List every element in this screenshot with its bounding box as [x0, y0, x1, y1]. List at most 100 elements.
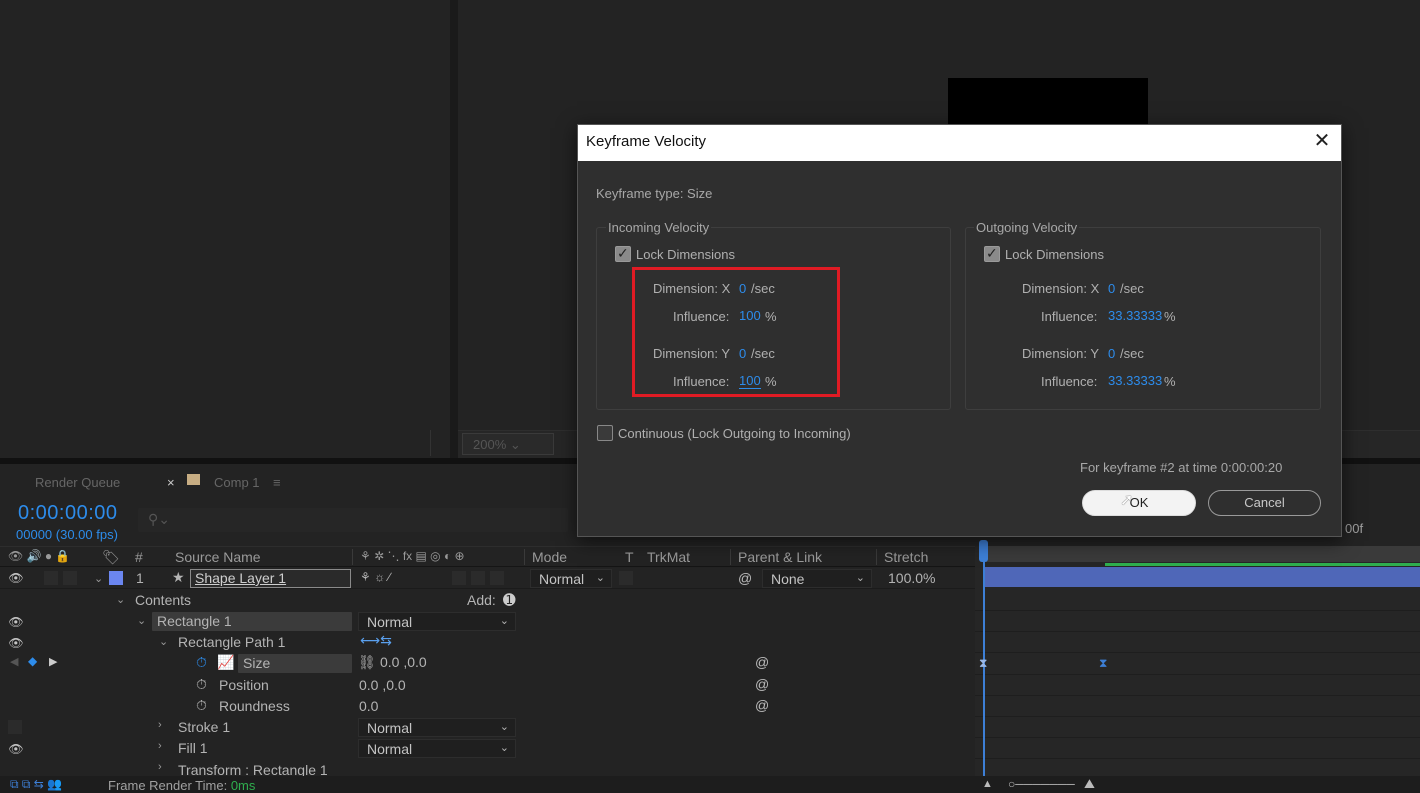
header-trkmat[interactable]: TrkMat: [647, 549, 690, 565]
add-arrow-icon[interactable]: ➊: [503, 591, 516, 609]
outgoing-dim-x-value[interactable]: 0: [1108, 281, 1115, 296]
layer-duration-bar[interactable]: [983, 567, 1420, 587]
fill-mode-dropdown[interactable]: Normal ⌄: [358, 739, 516, 758]
current-time[interactable]: 0:00:00:00: [18, 502, 118, 525]
stopwatch-icon[interactable]: ⏱: [196, 697, 207, 714]
prev-keyframe-icon[interactable]: ◀: [10, 655, 18, 668]
eye-icon[interactable]: 👁: [8, 572, 24, 584]
header-parent-link[interactable]: Parent & Link: [738, 549, 822, 565]
layer-mode-dropdown[interactable]: Normal ⌄: [530, 569, 612, 588]
eye-icon[interactable]: 👁: [8, 743, 24, 755]
rectangle-group-row[interactable]: 👁 ⌄ Rectangle 1 Normal ⌄: [0, 611, 975, 632]
next-keyframe-icon[interactable]: ▶: [49, 655, 57, 668]
tab-render-queue[interactable]: Render Queue: [35, 475, 120, 490]
zoom-slider[interactable]: ○───────: [1008, 777, 1075, 791]
graph-icon[interactable]: 📈: [217, 654, 234, 671]
audio-toggle[interactable]: [44, 571, 58, 585]
cancel-button[interactable]: Cancel: [1208, 490, 1321, 516]
ok-button[interactable]: OK: [1082, 490, 1196, 516]
close-icon[interactable]: ×: [167, 475, 175, 490]
position-property-row[interactable]: ⏱ Position 0.0 ,0.0 @: [0, 675, 975, 696]
project-panel: [0, 0, 450, 458]
shy-switch-icons[interactable]: ⚘ ☼ ∕: [360, 570, 390, 584]
stopwatch-icon[interactable]: ⏱: [196, 676, 207, 693]
layer-row[interactable]: 👁 ⌄ 1 ★ Shape Layer 1 ⚘ ☼ ∕ Normal ⌄ @ No…: [0, 568, 975, 589]
zoom-dropdown[interactable]: 200% ⌄: [462, 433, 554, 455]
pickwhip-icon[interactable]: @: [755, 697, 769, 713]
link-icon[interactable]: ⛓: [358, 654, 376, 671]
pickwhip-icon[interactable]: @: [755, 676, 769, 692]
header-source-name[interactable]: Source Name: [175, 549, 261, 565]
pickwhip-icon[interactable]: @: [738, 570, 752, 586]
track-matte-toggle[interactable]: [619, 571, 633, 585]
rectangle-path-row[interactable]: 👁 ⌄ Rectangle Path 1 ⟷⇆: [0, 632, 975, 653]
toggle-icons[interactable]: ⧉ ⧉ ⇆ 👥: [10, 777, 62, 792]
incoming-lock-checkbox[interactable]: [615, 245, 631, 262]
outgoing-influence-x-value[interactable]: 33.33333: [1108, 308, 1162, 323]
visibility-toggle[interactable]: [8, 720, 22, 734]
frame-count: 00000 (30.00 fps): [16, 527, 118, 542]
outgoing-dim-y-value[interactable]: 0: [1108, 346, 1115, 361]
rectangle-path-label: Rectangle Path 1: [178, 634, 286, 650]
label-color-swatch[interactable]: [109, 571, 123, 585]
keyframe-1-icon[interactable]: ⧗: [979, 656, 987, 671]
solo-toggle[interactable]: [63, 571, 77, 585]
transform-row[interactable]: › Transform : Rectangle 1: [0, 759, 975, 776]
layer-index: 1: [136, 570, 144, 586]
playhead-handle[interactable]: [979, 540, 988, 562]
header-stretch[interactable]: Stretch: [884, 549, 928, 565]
zoom-out-icon[interactable]: ▲: [982, 778, 993, 790]
keyframe-diamond-icon[interactable]: ◆: [28, 654, 37, 668]
search-input[interactable]: ⚲⌄: [138, 508, 568, 532]
fill-row[interactable]: 👁 › Fill 1 Normal ⌄: [0, 738, 975, 759]
parent-dropdown[interactable]: None ⌄: [762, 569, 872, 588]
roundness-value[interactable]: 0.0: [359, 698, 378, 714]
chevron-right-icon[interactable]: ›: [158, 719, 162, 731]
close-icon[interactable]: ✕: [1311, 130, 1333, 152]
stretch-value[interactable]: 100.0%: [888, 570, 935, 586]
contents-row[interactable]: ⌄ Contents Add: ➊: [0, 590, 975, 611]
position-value[interactable]: 0.0 ,0.0: [359, 677, 406, 693]
zoom-value: 200%: [473, 437, 507, 452]
tab-comp-1[interactable]: Comp 1: [214, 475, 260, 490]
work-area-bar[interactable]: [983, 546, 1420, 562]
stroke-row[interactable]: › Stroke 1 Normal ⌄: [0, 717, 975, 738]
panel-menu-icon[interactable]: ≡: [273, 475, 281, 490]
zoom-in-icon[interactable]: ⛰: [1084, 776, 1095, 792]
chevron-down-icon[interactable]: ⌄: [116, 593, 125, 606]
keyframe-2-icon[interactable]: ⧗: [1099, 656, 1107, 671]
size-property-row[interactable]: ◀ ◆ ▶ ⏱ 📈 Size ⛓ 0.0 ,0.0 @: [0, 653, 975, 674]
av-switch-icons: 👁 🔊 ● 🔒: [8, 549, 71, 563]
stroke-mode-dropdown[interactable]: Normal ⌄: [358, 718, 516, 737]
roundness-property-row[interactable]: ⏱ Roundness 0.0 @: [0, 696, 975, 717]
ruler-label: 00f: [1345, 521, 1364, 536]
path-direction-icon[interactable]: ⟷⇆: [360, 632, 392, 649]
eye-icon[interactable]: 👁: [8, 616, 24, 628]
highlight-annotation: [632, 267, 840, 397]
outgoing-influence-y-label: Influence:: [1041, 374, 1098, 389]
size-value[interactable]: 0.0 ,0.0: [380, 654, 427, 670]
size-label: Size: [243, 655, 271, 671]
chevron-down-icon[interactable]: ⌄: [159, 635, 168, 648]
chevron-right-icon[interactable]: ›: [158, 761, 162, 773]
chevron-down-icon[interactable]: ⌄: [94, 572, 103, 585]
eye-icon[interactable]: 👁: [8, 637, 24, 649]
panel-divider[interactable]: [450, 0, 458, 458]
outgoing-influence-x-label: Influence:: [1041, 309, 1098, 324]
outgoing-influence-y-value[interactable]: 33.33333: [1108, 373, 1162, 388]
chevron-down-icon[interactable]: ⌄: [137, 614, 146, 627]
comp-label-color: [187, 474, 200, 485]
outgoing-lock-checkbox[interactable]: [984, 245, 1000, 262]
continuous-label: Continuous (Lock Outgoing to Incoming): [618, 426, 851, 441]
continuous-checkbox[interactable]: [597, 425, 613, 441]
stroke-label: Stroke 1: [178, 719, 231, 735]
layer-name-field[interactable]: Shape Layer 1: [190, 569, 351, 588]
chevron-right-icon[interactable]: ›: [158, 740, 162, 752]
rectangle-mode-dropdown[interactable]: Normal ⌄: [358, 612, 516, 631]
header-number[interactable]: #: [135, 549, 143, 565]
stopwatch-icon[interactable]: ⏱: [196, 654, 207, 671]
pickwhip-icon[interactable]: @: [755, 654, 769, 670]
header-mode[interactable]: Mode: [532, 549, 567, 565]
mouse-cursor-icon: ➚: [1120, 492, 1134, 509]
header-t[interactable]: T: [625, 549, 634, 565]
